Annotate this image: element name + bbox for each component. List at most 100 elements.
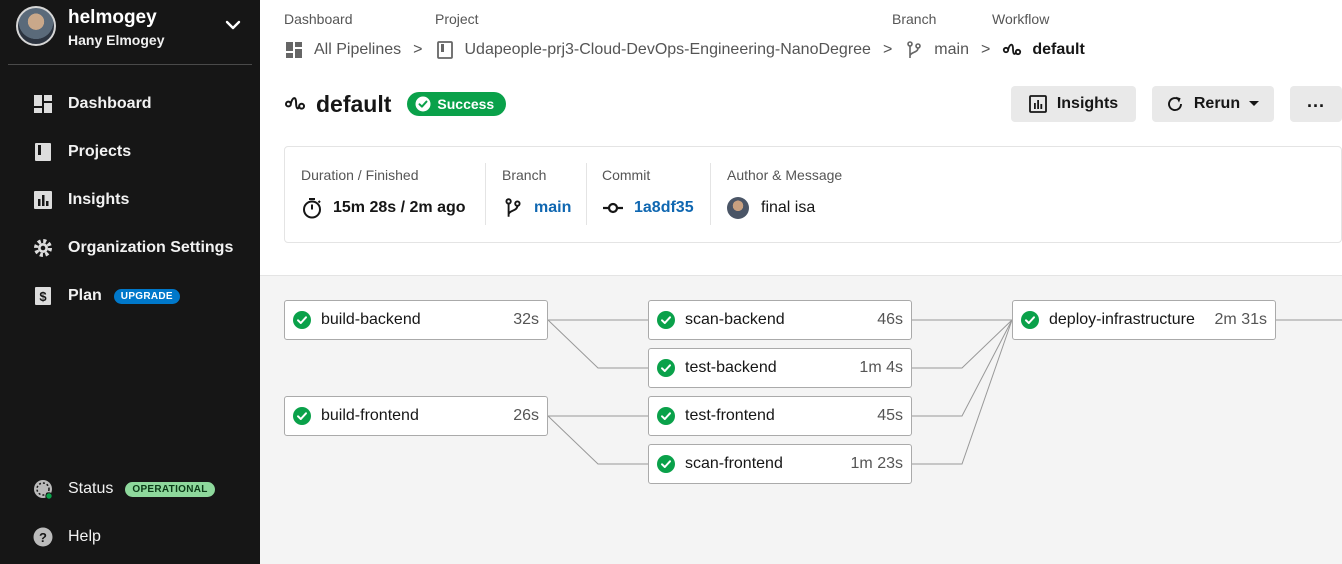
breadcrumb-separator: >	[413, 41, 423, 58]
divider	[586, 163, 587, 225]
caret-down-icon	[1249, 101, 1260, 106]
divider	[710, 163, 711, 225]
org-name: helmogey	[68, 7, 157, 28]
status-icon	[34, 480, 53, 500]
job-deploy-infrastructure[interactable]: deploy-infrastructure 2m 31s	[1012, 300, 1276, 340]
insights-icon	[34, 191, 52, 209]
rerun-button-label: Rerun	[1193, 95, 1241, 112]
edge-build-frontend-scan-frontend	[547, 415, 648, 465]
duration-value: 15m 28s / 2m ago	[333, 199, 466, 216]
sidebar-item-dashboard[interactable]: Dashboard	[32, 92, 152, 116]
check-circle-icon	[1021, 311, 1039, 329]
commit-message: final isa	[761, 199, 816, 216]
refresh-icon	[1167, 96, 1182, 111]
job-duration: 26s	[513, 407, 539, 424]
duration-label: Duration / Finished	[301, 167, 419, 183]
sidebar: helmogey Hany Elmogey Dashboard Projects…	[0, 0, 260, 564]
commit-value[interactable]: 1a8df35	[634, 199, 694, 217]
breadcrumb: All Pipelines > Udapeople-prj3-Cloud-Dev…	[284, 38, 1085, 62]
chevron-down-icon[interactable]	[224, 16, 242, 34]
job-name: deploy-infrastructure	[1049, 311, 1195, 328]
status-badge: Success	[407, 92, 507, 116]
sidebar-item-projects[interactable]: Projects	[32, 140, 131, 164]
commit-icon	[603, 202, 623, 214]
page-header: default Success	[284, 90, 507, 118]
status-label: Success	[437, 96, 495, 112]
check-circle-icon	[657, 455, 675, 473]
dashboard-icon	[34, 95, 52, 113]
insights-button[interactable]: Insights	[1011, 86, 1136, 122]
pipelines-icon	[286, 42, 302, 58]
job-duration: 46s	[877, 311, 903, 328]
check-circle-icon	[293, 407, 311, 425]
job-scan-backend[interactable]: scan-backend 46s	[648, 300, 912, 340]
branch-icon	[505, 198, 521, 217]
job-duration: 45s	[877, 407, 903, 424]
job-name: build-backend	[321, 311, 421, 328]
check-circle-icon	[657, 407, 675, 425]
svg-text:$: $	[39, 289, 47, 304]
author-avatar	[727, 197, 749, 219]
org-switcher[interactable]: helmogey Hany Elmogey	[8, 0, 252, 65]
breadcrumb-project[interactable]: Udapeople-prj3-Cloud-DevOps-Engineering-…	[465, 41, 871, 59]
svg-text:?: ?	[39, 530, 47, 545]
workflow-icon	[1003, 43, 1022, 56]
check-circle-icon	[293, 311, 311, 329]
job-duration: 2m 31s	[1214, 311, 1267, 328]
commit-link[interactable]: 1a8df35	[602, 197, 694, 219]
job-duration: 1m 23s	[850, 455, 903, 472]
workflow-graph: build-backend 32s build-frontend 26s sca…	[260, 275, 1342, 564]
duration-value-row: 15m 28s / 2m ago	[301, 197, 466, 219]
help-icon: ?	[33, 527, 53, 547]
gear-icon	[34, 239, 52, 257]
breadcrumb-all-pipelines[interactable]: All Pipelines	[314, 41, 401, 59]
breadcrumb-header-workflow: Workflow	[992, 11, 1050, 27]
breadcrumb-separator: >	[882, 41, 893, 58]
upgrade-badge[interactable]: UPGRADE	[113, 288, 180, 304]
check-circle-icon	[657, 359, 675, 377]
breadcrumb-workflow: default	[1032, 41, 1085, 58]
job-build-frontend[interactable]: build-frontend 26s	[284, 396, 548, 436]
sidebar-item-insights[interactable]: Insights	[32, 188, 129, 212]
job-duration: 1m 4s	[859, 359, 903, 376]
job-scan-frontend[interactable]: scan-frontend 1m 23s	[648, 444, 912, 484]
job-name: test-backend	[685, 359, 777, 376]
job-test-frontend[interactable]: test-frontend 45s	[648, 396, 912, 436]
job-duration: 32s	[513, 311, 539, 328]
more-icon: ...	[1306, 90, 1325, 111]
sidebar-item-label: Status	[68, 480, 114, 497]
sidebar-item-label: Projects	[68, 143, 132, 160]
edge-scan-frontend-deploy	[912, 319, 1013, 465]
breadcrumb-separator: >	[980, 41, 991, 58]
branch-value[interactable]: main	[534, 199, 571, 217]
sidebar-item-label: Dashboard	[68, 95, 152, 112]
branch-link[interactable]: main	[502, 197, 571, 219]
job-build-backend[interactable]: build-backend 32s	[284, 300, 548, 340]
sidebar-item-label: Plan	[68, 287, 102, 304]
divider	[485, 163, 486, 225]
job-name: scan-frontend	[685, 455, 783, 472]
sidebar-item-help[interactable]: ? Help	[32, 525, 101, 549]
project-icon	[436, 41, 453, 59]
breadcrumb-header-project: Project	[435, 11, 479, 27]
branch-label: Branch	[502, 167, 547, 183]
job-name: build-frontend	[321, 407, 419, 424]
sidebar-item-status[interactable]: Status OPERATIONAL	[32, 477, 215, 501]
workflow-icon	[284, 97, 306, 110]
sidebar-item-label: Insights	[68, 191, 130, 208]
job-test-backend[interactable]: test-backend 1m 4s	[648, 348, 912, 388]
author-label: Author & Message	[727, 167, 843, 183]
sidebar-item-organization-settings[interactable]: Organization Settings	[32, 236, 233, 260]
author-row: final isa	[727, 197, 815, 219]
timer-icon	[303, 198, 321, 219]
sidebar-item-plan[interactable]: $ Plan UPGRADE	[32, 284, 180, 308]
more-button[interactable]: ...	[1290, 86, 1342, 122]
workflow-summary-card: Duration / Finished 15m 28s / 2m ago Bra…	[284, 146, 1342, 243]
breadcrumb-branch[interactable]: main	[934, 41, 969, 59]
commit-label: Commit	[602, 167, 651, 183]
edge-build-backend-test-backend	[547, 319, 648, 369]
org-user-name: Hany Elmogey	[68, 32, 165, 48]
projects-icon	[35, 143, 51, 161]
rerun-button[interactable]: Rerun	[1152, 86, 1274, 122]
main-content: Dashboard Project Branch Workflow All Pi…	[260, 0, 1342, 564]
